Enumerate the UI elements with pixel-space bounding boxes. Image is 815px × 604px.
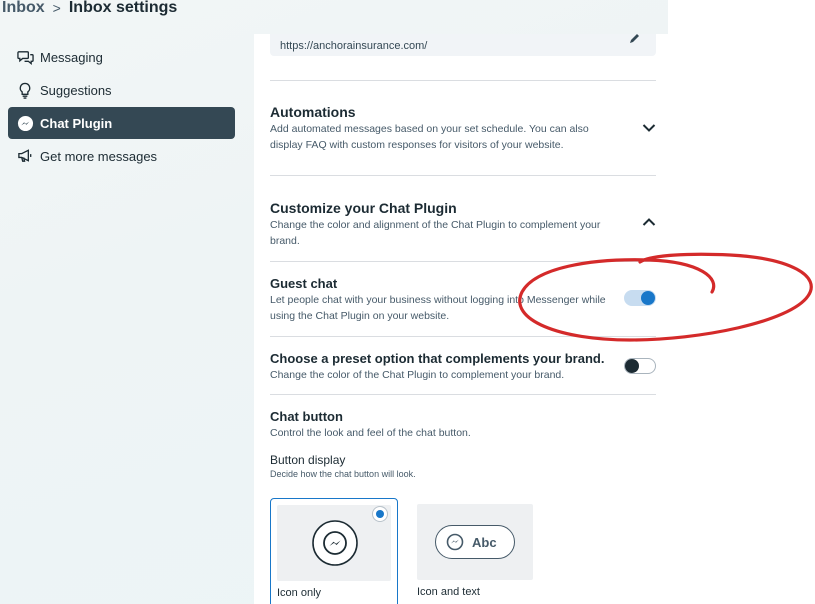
icon-and-text-option-card[interactable]: Abc Icon and text — [411, 498, 539, 604]
divider — [270, 175, 656, 176]
automations-description: Add automated messages based on your set… — [270, 123, 589, 151]
messenger-icon — [446, 533, 464, 551]
lightbulb-icon — [16, 81, 34, 99]
sidebar-item-label: Messaging — [40, 49, 103, 65]
sidebar-item-label: Get more messages — [40, 148, 158, 164]
chevron-up-icon[interactable] — [642, 214, 656, 232]
sidebar-item-messaging[interactable]: Messaging — [8, 41, 235, 73]
toggle-knob — [625, 359, 639, 373]
chat-button-preview-text: Abc — [472, 534, 497, 550]
customize-section[interactable]: Customize your Chat Plugin Change the co… — [270, 200, 656, 249]
breadcrumb: Inbox > Inbox settings — [0, 0, 177, 20]
speech-bubbles-icon — [16, 48, 34, 66]
radio-selected-dot — [376, 510, 384, 518]
automations-section[interactable]: Automations Add automated messages based… — [270, 104, 656, 153]
preset-option-title: Choose a preset option that complements … — [270, 351, 605, 366]
guest-chat-toggle[interactable] — [624, 290, 656, 306]
sidebar-item-label: Chat Plugin — [40, 115, 113, 131]
icon-only-label: Icon only — [277, 587, 322, 599]
sidebar: Messaging Suggestions Chat Plugin Get mo… — [8, 41, 235, 173]
page-title: Inbox settings — [68, 0, 178, 16]
edit-pencil-icon[interactable] — [628, 34, 642, 48]
sidebar-item-get-more-messages[interactable]: Get more messages — [8, 140, 235, 172]
preset-option-toggle[interactable] — [624, 358, 656, 374]
guest-chat-title: Guest chat — [270, 276, 338, 291]
chat-button-description: Control the look and feel of the chat bu… — [270, 427, 471, 439]
messenger-icon — [16, 114, 34, 132]
icon-and-text-label: Icon and text — [417, 586, 480, 598]
messenger-chat-button-icon — [312, 520, 358, 566]
website-url-value: https://anchorainsurance.com/ — [280, 40, 428, 52]
icon-and-text-chat-button: Abc — [435, 525, 515, 559]
megaphone-icon — [16, 147, 34, 165]
icon-only-radio[interactable] — [373, 507, 387, 521]
sidebar-item-label: Suggestions — [40, 82, 112, 98]
icon-only-option-card[interactable]: Icon only — [270, 498, 398, 604]
website-url-field[interactable]: https://anchorainsurance.com/ — [270, 34, 656, 56]
automations-title: Automations — [270, 104, 356, 120]
guest-chat-description: Let people chat with your business witho… — [270, 294, 606, 322]
preset-option-description: Change the color of the Chat Plugin to c… — [270, 369, 565, 381]
toggle-knob — [641, 291, 655, 305]
button-display-section: Button display Decide how the chat butto… — [270, 453, 656, 481]
sidebar-item-suggestions[interactable]: Suggestions — [8, 74, 235, 106]
chat-plugin-settings-panel: https://anchorainsurance.com/ Automation… — [254, 34, 668, 604]
breadcrumb-inbox-link[interactable]: Inbox — [0, 0, 45, 17]
divider — [270, 394, 656, 395]
divider — [270, 336, 656, 337]
customize-title: Customize your Chat Plugin — [270, 200, 457, 216]
chat-button-section: Chat button Control the look and feel of… — [270, 409, 656, 441]
customize-description: Change the color and alignment of the Ch… — [270, 219, 601, 247]
button-display-description: Decide how the chat button will look. — [270, 469, 416, 479]
button-display-title: Button display — [270, 453, 346, 467]
divider — [270, 80, 656, 81]
preset-option-section: Choose a preset option that complements … — [270, 351, 656, 383]
sidebar-item-chat-plugin[interactable]: Chat Plugin — [8, 107, 235, 139]
divider — [270, 261, 656, 262]
chevron-down-icon[interactable] — [642, 120, 656, 138]
breadcrumb-separator: > — [52, 0, 61, 16]
chat-button-title: Chat button — [270, 409, 343, 424]
guest-chat-section: Guest chat Let people chat with your bus… — [270, 276, 656, 324]
icon-and-text-preview: Abc — [417, 504, 533, 580]
